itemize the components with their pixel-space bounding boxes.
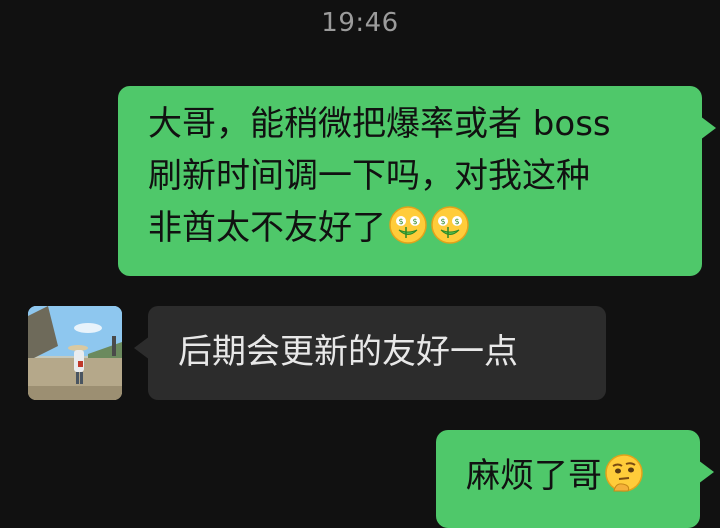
outgoing-message-bubble[interactable]: 大哥，能稍微把爆率或者 boss 刷新时间调一下吗，对我这种 非酋太不友好了 $… <box>118 86 716 276</box>
message-text-line: 大哥，能稍微把爆率或者 boss <box>148 104 611 144</box>
thinking-face-icon <box>605 454 643 492</box>
message-text: 后期会更新的友好一点 <box>178 332 518 372</box>
money-mouth-face-icon: $ $ <box>431 206 469 244</box>
svg-text:$: $ <box>398 217 403 226</box>
message-text: 麻烦了哥 <box>466 456 602 496</box>
contact-avatar[interactable] <box>28 306 122 400</box>
message-text-line: 刷新时间调一下吗，对我这种 <box>148 156 590 196</box>
avatar-photo <box>28 306 122 400</box>
svg-text:$: $ <box>412 217 417 226</box>
incoming-message-bubble[interactable]: 后期会更新的友好一点 <box>134 306 606 400</box>
svg-text:$: $ <box>440 217 445 226</box>
message-text-line: 麻烦了哥 <box>466 450 674 502</box>
outgoing-message-bubble[interactable]: 麻烦了哥 <box>436 430 714 528</box>
money-mouth-face-icon: $ $ <box>389 206 427 244</box>
message-text-line: 非酋太不友好了 $ $ $ $ <box>148 202 676 254</box>
message-timestamp: 19:46 <box>321 8 399 38</box>
message-text: 非酋太不友好了 <box>148 208 386 248</box>
svg-text:$: $ <box>454 217 459 226</box>
